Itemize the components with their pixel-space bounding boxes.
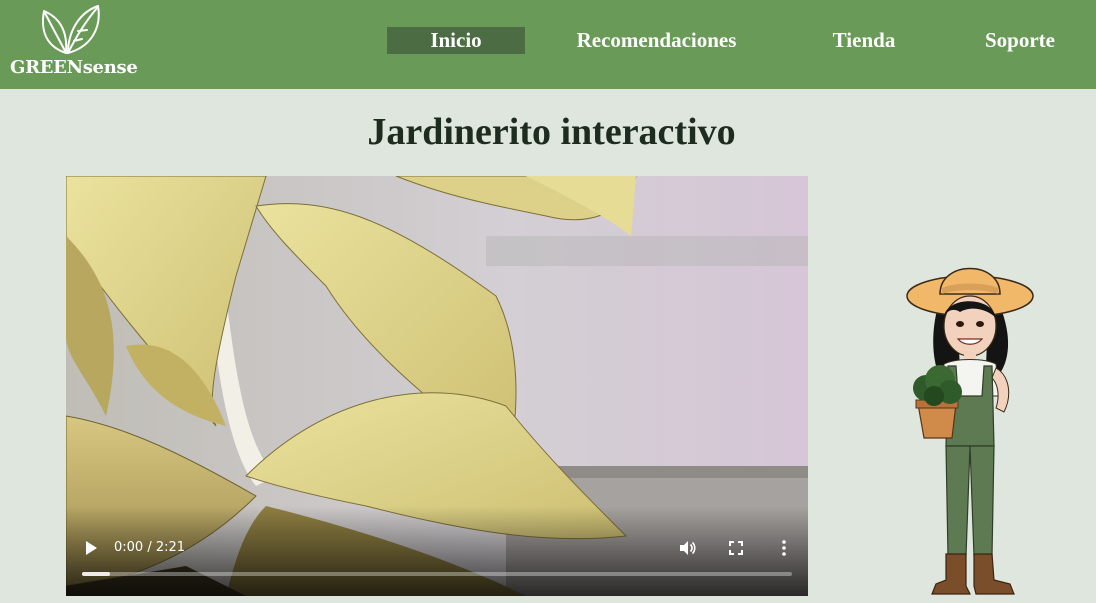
page-title: Jardinerito interactivo <box>367 111 736 153</box>
fullscreen-button[interactable] <box>728 540 744 556</box>
nav-item-inicio[interactable]: Inicio <box>387 27 525 54</box>
fullscreen-icon <box>729 541 743 555</box>
volume-icon <box>680 541 696 555</box>
time-display: 0:00 / 2:21 <box>114 540 186 555</box>
play-icon <box>86 541 97 555</box>
video-progress-bar[interactable] <box>82 572 792 576</box>
play-button[interactable] <box>84 540 98 556</box>
video-player[interactable]: 0:00 / 2:21 <box>66 176 808 596</box>
brand-name: GREENsense <box>10 57 138 78</box>
nav-item-tienda[interactable]: Tienda <box>820 27 908 54</box>
volume-button[interactable] <box>678 539 696 557</box>
nav-item-soporte[interactable]: Soporte <box>972 27 1068 54</box>
more-options-button[interactable] <box>778 539 790 557</box>
brand-logo[interactable]: GREENsense <box>10 3 138 79</box>
leaves-icon <box>42 5 100 54</box>
gardener-illustration <box>900 246 1040 598</box>
site-header: GREENsense Inicio Recomendaciones Tienda… <box>0 0 1096 89</box>
more-options-icon <box>782 540 786 556</box>
nav-item-recomendaciones[interactable]: Recomendaciones <box>560 27 753 54</box>
video-progress-fill <box>82 572 111 576</box>
